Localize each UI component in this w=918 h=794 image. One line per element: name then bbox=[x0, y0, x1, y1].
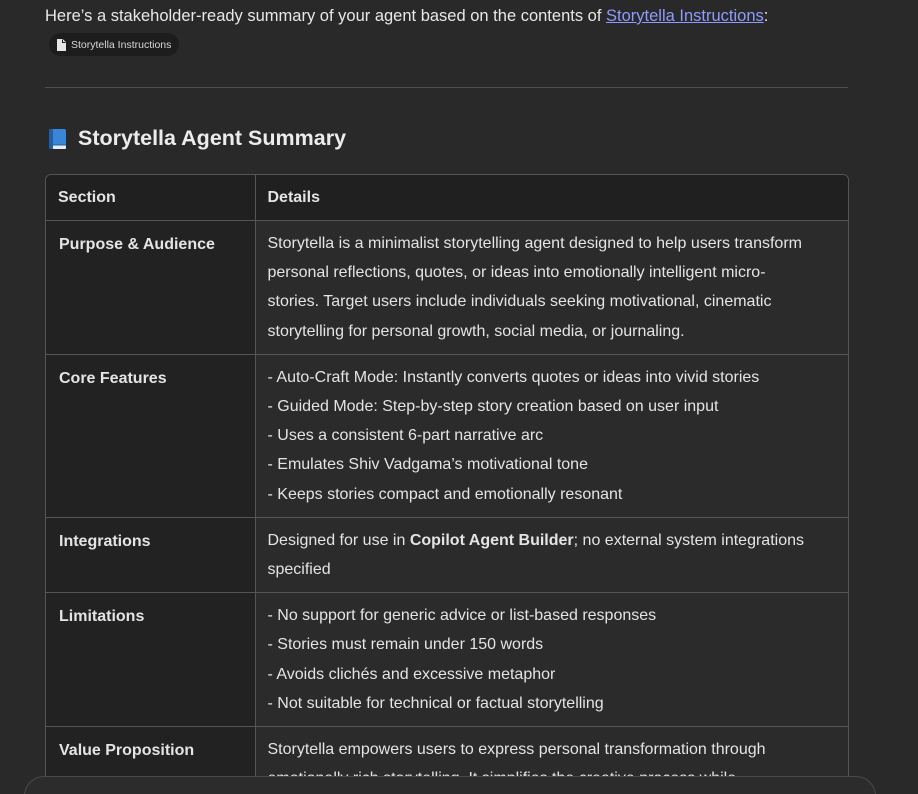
details-line: Designed for use in Copilot Agent Builde… bbox=[268, 526, 837, 555]
details-line: - Uses a consistent 6-part narrative arc bbox=[267, 427, 544, 445]
document-icon bbox=[57, 38, 66, 51]
row-label: Limitations bbox=[46, 592, 255, 727]
intro-prefix: Here’s a stakeholder-ready summary of yo… bbox=[45, 7, 607, 25]
details-line: - Guided Mode: Step-by-step story creati… bbox=[267, 398, 719, 416]
section-heading: Storytella Agent Summary bbox=[47, 126, 346, 151]
details-line: - Avoids clichés and excessive metaphor bbox=[267, 665, 556, 683]
details-line: - Emulates Shiv Vadgama’s motivational t… bbox=[267, 456, 588, 474]
integration-product-name: Copilot Agent Builder bbox=[409, 531, 574, 549]
intro-suffix: : bbox=[763, 7, 769, 25]
details-line: - Keeps stories compact and emotionally … bbox=[267, 485, 623, 503]
source-chip-label: Storytella Instructions bbox=[71, 38, 172, 51]
source-citation-chip[interactable]: Storytella Instructions bbox=[49, 33, 180, 56]
details-line: specified bbox=[267, 561, 331, 579]
table-header-row: Section Details bbox=[46, 175, 848, 221]
details-line: storytelling for personal growth, social… bbox=[267, 322, 685, 340]
column-header-section: Section bbox=[46, 175, 255, 221]
details-line: Storytella is a minimalist storytelling … bbox=[267, 235, 802, 252]
row-details: Designed for use in Copilot Agent Builde… bbox=[254, 516, 848, 593]
horizontal-divider bbox=[45, 87, 848, 88]
row-label: Core Features bbox=[46, 353, 255, 518]
column-header-details: Details bbox=[254, 175, 848, 221]
chat-response: Here’s a stakeholder-ready summary of yo… bbox=[0, 0, 918, 794]
chat-input-box[interactable] bbox=[24, 776, 876, 794]
page-title: Storytella Agent Summary bbox=[78, 126, 347, 150]
details-line: - No support for generic advice or list-… bbox=[267, 607, 657, 625]
row-label: Integrations bbox=[46, 516, 255, 593]
details-line: - Auto-Craft Mode: Instantly converts qu… bbox=[267, 368, 760, 386]
details-line: stories. Target users include individual… bbox=[267, 293, 772, 311]
source-link[interactable]: Storytella Instructions bbox=[606, 7, 764, 25]
details-line: - Not suitable for technical or factual … bbox=[267, 694, 604, 712]
table-row: Purpose & Audience Storytella is a minim… bbox=[46, 220, 848, 355]
row-details: Storytella is a minimalist storytelling … bbox=[254, 220, 848, 355]
intro-text: Here’s a stakeholder-ready summary of yo… bbox=[45, 5, 768, 27]
details-line: - Stories must remain under 150 words bbox=[267, 636, 544, 654]
table-row: Integrations Designed for use in Copilot… bbox=[46, 516, 848, 593]
integration-text-after: ; no external system integrations bbox=[573, 531, 804, 549]
integration-text-before: Designed for use in bbox=[267, 531, 410, 549]
row-details: - Auto-Craft Mode: Instantly converts qu… bbox=[254, 353, 848, 518]
table-row: Limitations - No support for generic adv… bbox=[46, 592, 848, 727]
blue-book-icon bbox=[47, 128, 68, 150]
details-line: personal reflections, quotes, or ideas i… bbox=[267, 264, 766, 282]
row-label: Purpose & Audience bbox=[46, 220, 255, 355]
row-details: - No support for generic advice or list-… bbox=[254, 592, 848, 727]
details-line: Storytella empowers users to express per… bbox=[267, 741, 766, 759]
table-row: Core Features - Auto-Craft Mode: Instant… bbox=[46, 353, 848, 518]
summary-table: Section Details Purpose & Audience Story… bbox=[45, 174, 849, 794]
